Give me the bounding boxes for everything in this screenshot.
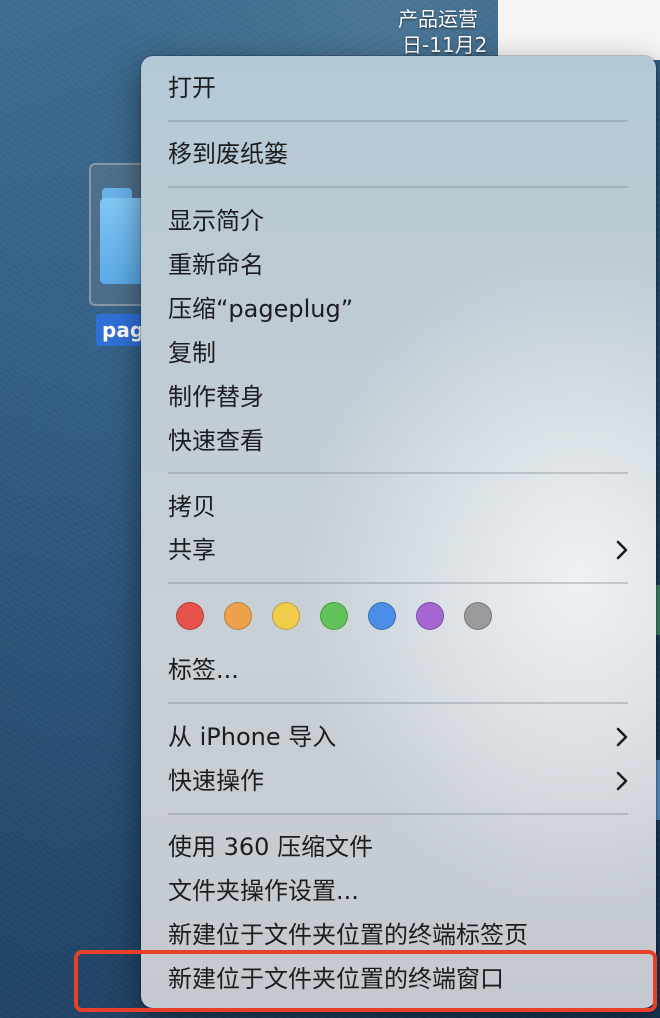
menu-item-label: 打开	[168, 74, 216, 102]
menu-item-label: 标签...	[168, 656, 239, 684]
menu-item-share[interactable]: 共享	[168, 531, 628, 569]
menu-item-copy[interactable]: 拷贝	[168, 488, 628, 526]
chevron-right-icon	[614, 531, 630, 569]
menu-item-label: 移到废纸篓	[168, 140, 288, 168]
menu-item-360-compress[interactable]: 使用 360 压缩文件	[168, 828, 628, 866]
tag-color-picker	[176, 602, 492, 630]
folder-icon[interactable]	[100, 188, 146, 284]
tag-yellow-dot[interactable]	[272, 602, 300, 630]
menu-separator	[168, 702, 628, 704]
tag-gray-dot[interactable]	[464, 602, 492, 630]
menu-separator	[168, 472, 628, 474]
tag-red-dot[interactable]	[176, 602, 204, 630]
background-window-edge	[656, 760, 660, 820]
menu-item-folder-actions-setup[interactable]: 文件夹操作设置...	[168, 872, 628, 910]
menu-item-make-alias[interactable]: 制作替身	[168, 378, 628, 416]
chevron-right-icon	[614, 718, 630, 756]
menu-item-label: 显示简介	[168, 207, 264, 235]
background-window	[498, 0, 660, 60]
menu-item-get-info[interactable]: 显示简介	[168, 202, 628, 240]
menu-item-label: 共享	[168, 536, 216, 564]
folder-icon-body	[100, 198, 146, 284]
menu-item-label: 快速操作	[168, 767, 264, 795]
menu-item-rename[interactable]: 重新命名	[168, 246, 628, 284]
chevron-right-icon	[614, 762, 630, 800]
menu-item-label: 新建位于文件夹位置的终端标签页	[168, 921, 528, 949]
menu-item-label: 快速查看	[168, 427, 264, 455]
tag-orange-dot[interactable]	[224, 602, 252, 630]
menu-item-label: 文件夹操作设置...	[168, 877, 359, 905]
menu-item-new-terminal-tab[interactable]: 新建位于文件夹位置的终端标签页	[168, 916, 628, 954]
menu-item-label: 压缩“pageplug”	[168, 295, 354, 323]
annotation-highlight-box	[74, 950, 657, 1012]
menu-item-move-to-trash[interactable]: 移到废纸篓	[168, 135, 628, 173]
desktop-item-label-line1: 产品运营	[398, 7, 478, 31]
menu-item-label: 从 iPhone 导入	[168, 723, 337, 751]
desktop-item-label-line2: 日-11月2	[402, 33, 488, 57]
tag-green-dot[interactable]	[320, 602, 348, 630]
menu-item-label: 制作替身	[168, 383, 264, 411]
menu-item-quick-look[interactable]: 快速查看	[168, 422, 628, 460]
tag-purple-dot[interactable]	[416, 602, 444, 630]
background-window-edge	[656, 585, 660, 635]
menu-item-tags[interactable]: 标签...	[168, 651, 628, 689]
menu-item-quick-actions[interactable]: 快速操作	[168, 762, 628, 800]
menu-item-open[interactable]: 打开	[168, 69, 628, 107]
menu-item-duplicate[interactable]: 复制	[168, 334, 628, 372]
desktop-item-label[interactable]: 产品运营 日-11月2	[398, 6, 498, 58]
menu-separator	[168, 186, 628, 188]
menu-item-import-from-iphone[interactable]: 从 iPhone 导入	[168, 718, 628, 756]
menu-separator	[168, 813, 628, 815]
menu-separator	[168, 582, 628, 584]
context-menu: 打开 移到废纸篓 显示简介 重新命名 压缩“pageplug” 复制 制作替身 …	[141, 56, 656, 1008]
tag-blue-dot[interactable]	[368, 602, 396, 630]
menu-separator	[168, 120, 628, 122]
menu-item-label: 重新命名	[168, 251, 264, 279]
menu-item-label: 使用 360 压缩文件	[168, 833, 374, 861]
menu-item-label: 拷贝	[168, 493, 216, 521]
selected-folder-name[interactable]: pag	[96, 314, 146, 346]
menu-item-compress[interactable]: 压缩“pageplug”	[168, 290, 628, 328]
menu-item-label: 复制	[168, 339, 216, 367]
